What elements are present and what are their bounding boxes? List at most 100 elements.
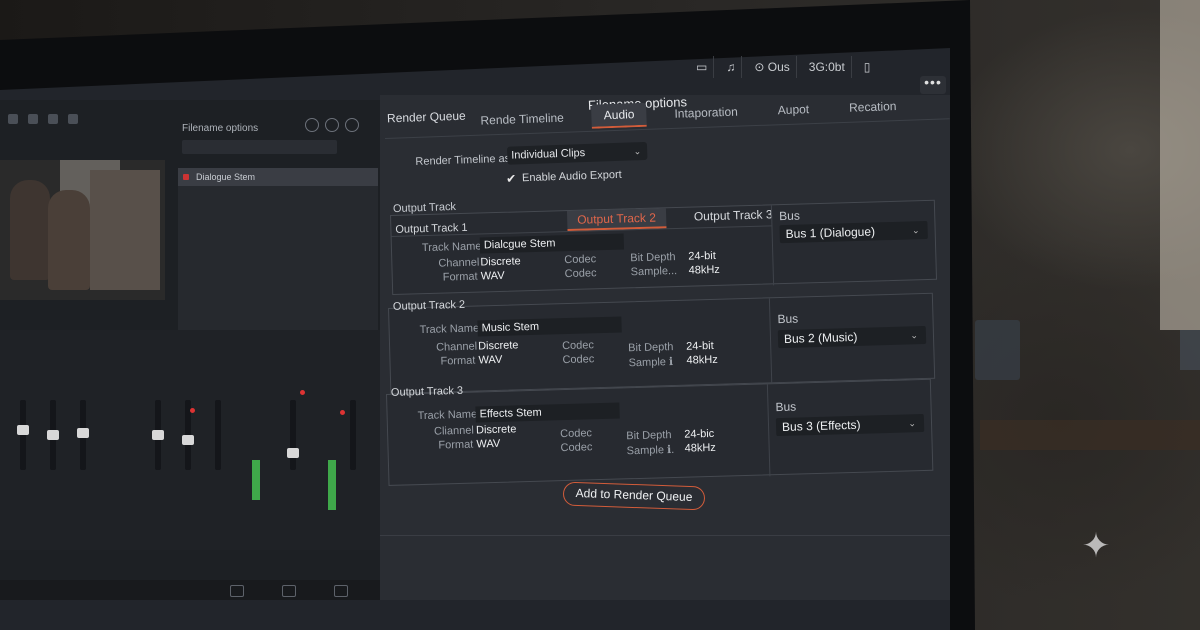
- background-pillar: [1160, 0, 1200, 330]
- format-value-row: WAV: [478, 354, 502, 367]
- bit-depth-value: 24-bic: [684, 427, 715, 441]
- panel-button[interactable]: ▯: [858, 56, 877, 78]
- channel-value: Discrete: [475, 423, 517, 437]
- bus-select[interactable]: Bus 3 (Effects) ⌄: [775, 413, 925, 437]
- channel-label: Channel: [438, 256, 480, 270]
- fader-track: [20, 400, 26, 470]
- page-switcher: [230, 585, 348, 597]
- search-input[interactable]: [182, 140, 337, 154]
- background-monitor-2: [1180, 330, 1200, 370]
- chevron-down-icon: ⌄: [911, 225, 920, 236]
- sample-row: Sample...: [631, 265, 678, 278]
- audio-button[interactable]: ♫: [720, 56, 743, 78]
- page-icon[interactable]: [282, 585, 296, 597]
- page-icon[interactable]: [334, 585, 348, 597]
- output-label: Ous: [767, 60, 790, 74]
- bus-select[interactable]: Bus 1 (Dialogue) ⌄: [779, 220, 928, 244]
- waveform-icon: ♫: [726, 60, 736, 74]
- tab-recation[interactable]: Recation: [837, 95, 909, 119]
- sample-value: 48kHz: [684, 441, 716, 455]
- panel-icons: [305, 118, 359, 132]
- timecode-button[interactable]: 3G:0bt: [803, 56, 852, 78]
- tab-aupot[interactable]: Aupot: [765, 98, 821, 122]
- render-timeline-value: Individual Clips: [511, 147, 586, 162]
- sample-row: Sample ℹ: [628, 355, 673, 369]
- bit-depth-value-row: 24-bit: [688, 250, 716, 263]
- monitor-button[interactable]: ▭: [690, 56, 715, 78]
- fader-track: [215, 400, 221, 470]
- track-name-field[interactable]: Music Stem: [477, 316, 622, 337]
- toolbar-icon[interactable]: [28, 114, 38, 124]
- enable-audio-label: Enable Audio Export: [521, 168, 622, 185]
- toolbar-icon[interactable]: [68, 114, 78, 124]
- chevron-down-icon: ⌄: [910, 330, 919, 341]
- fader-handle[interactable]: [182, 435, 194, 445]
- track-name-label: Track Name: [417, 408, 478, 423]
- track-name-row: Track Name: [417, 408, 477, 422]
- bit-depth-value: 24-bit: [688, 249, 716, 263]
- page-icon[interactable]: [230, 585, 244, 597]
- tab-intaporation[interactable]: Intaporation: [662, 100, 750, 125]
- codec-row: Codec: [564, 253, 596, 266]
- tab-audio[interactable]: Audio: [591, 102, 647, 129]
- codec-row: Codec: [560, 441, 592, 454]
- chevron-down-icon: ⌄: [908, 418, 917, 429]
- filename-options-title: Filename options: [182, 123, 259, 134]
- track-name-field[interactable]: Effects Stem: [475, 402, 620, 423]
- sample-label: Sample ℹ.: [626, 443, 675, 458]
- render-timeline-select[interactable]: Individual Clips ⌄: [506, 141, 648, 165]
- track-name-row: Track Name: [419, 322, 479, 336]
- bit-depth-label: Bit Depth: [626, 429, 672, 443]
- tab-output-track-2[interactable]: Output Track 2: [566, 208, 667, 232]
- fader-handle[interactable]: [77, 428, 89, 438]
- bit-depth-row: Bit Depth: [626, 429, 672, 442]
- refresh-icon[interactable]: [305, 118, 319, 132]
- fader-handle[interactable]: [47, 430, 59, 440]
- fader-handle[interactable]: [287, 448, 299, 458]
- enable-audio-checkbox[interactable]: ✔: [506, 171, 518, 185]
- sample-value-row: 48kHz: [684, 442, 716, 455]
- format-row: Format: [440, 355, 475, 368]
- bus-label: Bus: [778, 208, 801, 224]
- background-shelf: [980, 420, 1200, 450]
- video-viewer[interactable]: [0, 160, 165, 300]
- toolbar-icon[interactable]: [8, 114, 18, 124]
- fader-handle[interactable]: [152, 430, 164, 440]
- channel-label: Cliannel: [433, 424, 474, 438]
- add-to-render-queue-button[interactable]: Add to Render Queue: [562, 481, 706, 511]
- level-meter: [252, 460, 260, 500]
- toolbar-icon[interactable]: [48, 114, 58, 124]
- sample-value: 48kHz: [686, 353, 718, 367]
- list-item[interactable]: Dialogue Stem: [178, 168, 378, 186]
- settings-icon[interactable]: [345, 118, 359, 132]
- record-indicator: [340, 410, 345, 415]
- sample-value: 48kHz: [688, 263, 721, 277]
- bus-select[interactable]: Bus 2 (Music) ⌄: [777, 325, 927, 349]
- history-icon[interactable]: [325, 118, 339, 132]
- format-value: WAV: [476, 437, 501, 451]
- tab-render-timeline[interactable]: Rende Timeline: [468, 106, 576, 132]
- clip-color-icon: [183, 174, 189, 180]
- sample-row: Sample ℹ.: [626, 443, 675, 458]
- fader-handle[interactable]: [17, 425, 29, 435]
- top-toolbar: ▭ ♫ ⊙ Ous 3G:0bt ▯: [690, 52, 950, 82]
- codec-row: Codec: [560, 427, 592, 440]
- format-value: WAV: [480, 269, 505, 283]
- format-row: Format: [438, 439, 473, 452]
- track-label: Output Track 3: [390, 384, 464, 399]
- record-indicator: [300, 390, 305, 395]
- tab-output-track-3[interactable]: Output Track 3: [684, 205, 783, 228]
- bus-label: Bus: [777, 311, 799, 327]
- bus-value: Bus 2 (Music): [783, 329, 858, 346]
- track-name-field[interactable]: Dialcgue Stem: [479, 233, 625, 254]
- render-timeline-label: Render Timeline as: [415, 152, 511, 168]
- monitor-icon: ▭: [696, 60, 708, 74]
- track-name-row: Track Name: [422, 240, 482, 254]
- divider: [380, 535, 950, 536]
- channel-value-row: Discrete: [478, 339, 519, 352]
- bit-depth-label: Bit Depth: [628, 341, 674, 355]
- output-track-3: Output Track 3 Track Name Effects Stem C…: [386, 378, 934, 486]
- output-button[interactable]: ⊙ Ous: [748, 56, 797, 78]
- level-meter: [328, 460, 336, 510]
- codec-label: Codec: [560, 427, 593, 441]
